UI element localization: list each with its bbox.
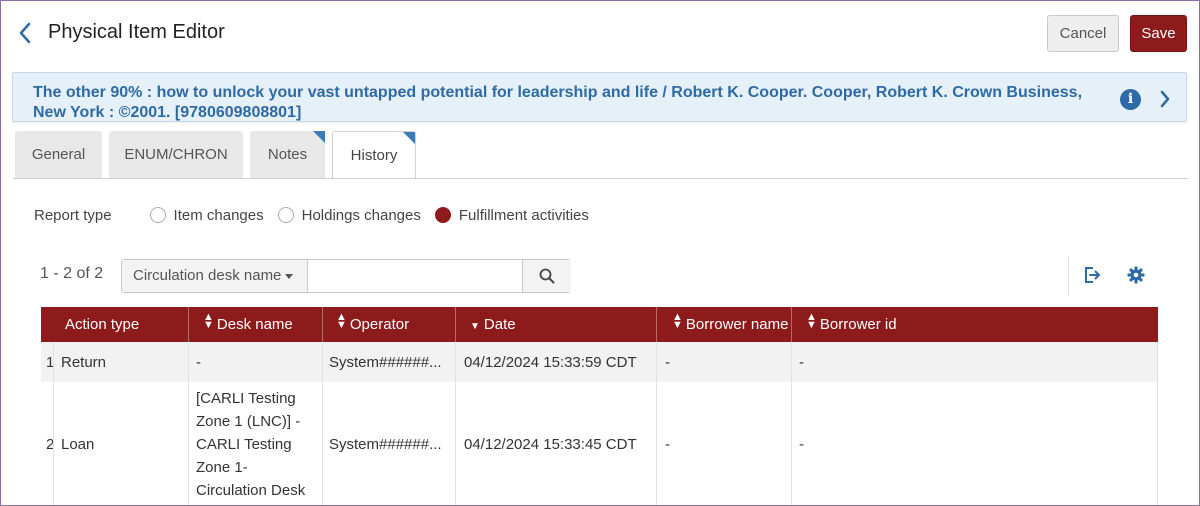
tab-label: ENUM/CHRON [124, 146, 228, 163]
chevron-right-icon [1160, 90, 1170, 108]
tab-general[interactable]: General [15, 131, 102, 178]
record-title[interactable]: The other 90% : how to unlock your vast … [33, 83, 1103, 123]
tab-label: History [350, 146, 398, 164]
sort-icon: ▲ ▼ [336, 311, 347, 331]
result-count: 1 - 2 of 2 [40, 265, 104, 282]
export-icon [1085, 267, 1100, 283]
column-divider [322, 307, 323, 342]
search-scope-dropdown[interactable]: Circulation desk name [122, 260, 308, 292]
sort-icon: ▲ ▼ [672, 311, 683, 331]
chevron-left-icon [19, 22, 31, 44]
radio-unchecked-icon [149, 207, 166, 223]
column-gridline [188, 342, 189, 505]
column-header-operator[interactable]: ▲ ▼ Operator [336, 307, 409, 342]
cell-borrower-id: - [799, 436, 804, 453]
cell-action-type: Return [61, 353, 107, 371]
cell-operator: System######... [329, 436, 442, 453]
gear-icon [1127, 266, 1145, 284]
cell-action-type: Loan [61, 436, 95, 453]
column-header-date[interactable]: ▼ Date [470, 307, 516, 342]
radio-unchecked-icon [277, 207, 294, 223]
column-gridline [53, 342, 54, 505]
history-indicator-icon [403, 132, 415, 144]
column-label: Borrower id [819, 316, 897, 333]
cancel-button[interactable]: Cancel [1047, 15, 1119, 52]
tab-label: Notes [267, 146, 308, 163]
cell-desk-name: [CARLI Testing Zone 1 (LNC)] - CARLI Tes… [196, 390, 306, 499]
column-gridline [791, 342, 792, 505]
cell-date: 04/12/2024 15:33:45 CDT [464, 436, 637, 453]
physical-item-editor-page: Physical Item Editor Cancel Save The oth… [0, 0, 1200, 506]
search-icon [539, 268, 555, 284]
export-button[interactable] [1081, 264, 1103, 286]
report-type-label: Report type [34, 206, 112, 224]
search-input[interactable] [309, 260, 522, 292]
cell-borrower-name: - [665, 353, 670, 371]
page-header: Physical Item Editor Cancel Save [1, 1, 1199, 69]
column-label: Operator [349, 316, 410, 333]
column-gridline [1157, 342, 1158, 505]
radio-item-changes[interactable]: Item changes [149, 206, 264, 224]
expand-banner-button[interactable] [1155, 87, 1175, 111]
column-label: Borrower name [685, 316, 789, 333]
radio-label: Holdings changes [301, 206, 421, 224]
tab-divider [13, 178, 1188, 179]
report-type-group: Report type Item changes Holdings change… [34, 205, 603, 225]
column-divider [455, 307, 456, 342]
search-button[interactable] [522, 260, 571, 292]
sort-icon: ▲ ▼ [806, 311, 817, 331]
column-label: Action type [65, 316, 140, 333]
info-icon[interactable]: i [1120, 89, 1141, 110]
table-settings-button[interactable] [1125, 264, 1147, 286]
column-label: Desk name [216, 316, 293, 333]
column-divider [791, 307, 792, 342]
radio-checked-icon [434, 207, 451, 223]
sort-descending-icon: ▼ [470, 321, 480, 332]
column-header-action-type[interactable]: Action type [65, 307, 139, 342]
cell-date: 04/12/2024 15:33:59 CDT [464, 353, 637, 371]
column-label: Date [483, 316, 516, 333]
tab-notes[interactable]: Notes [250, 131, 325, 178]
column-header-desk-name[interactable]: ▲ ▼ Desk name [203, 307, 293, 342]
save-button[interactable]: Save [1130, 15, 1187, 52]
column-gridline [455, 342, 456, 505]
column-header-borrower-id[interactable]: ▲ ▼ Borrower id [806, 307, 897, 342]
cell-borrower-id: - [799, 353, 804, 371]
sort-icon: ▲ ▼ [203, 311, 214, 331]
caret-down-icon [285, 273, 294, 279]
cell-operator: System######... [329, 353, 442, 371]
radio-label: Item changes [173, 206, 264, 224]
back-button[interactable] [13, 19, 37, 47]
cell-desk-name: - [196, 353, 201, 371]
search-scope-label: Circulation desk name [133, 267, 282, 284]
table-row[interactable]: 1 Return - System######... 04/12/2024 15… [41, 342, 1158, 382]
tab-label: General [31, 146, 86, 163]
column-gridline [656, 342, 657, 505]
column-header-borrower-name[interactable]: ▲ ▼ Borrower name [672, 307, 788, 342]
tab-enum-chron[interactable]: ENUM/CHRON [109, 131, 243, 178]
column-divider [188, 307, 189, 342]
column-divider [656, 307, 657, 342]
toolbar-divider [1068, 257, 1069, 295]
record-banner: The other 90% : how to unlock your vast … [12, 72, 1187, 122]
cell-borrower-name: - [665, 436, 670, 453]
radio-label: Fulfillment activities [458, 206, 589, 224]
tab-history[interactable]: History [332, 131, 416, 179]
radio-holdings-changes[interactable]: Holdings changes [277, 206, 421, 224]
search-bar: Circulation desk name [121, 259, 571, 293]
table-header: Action type ▲ ▼ Desk name ▲ ▼ Operator ▼ Date… [41, 307, 1158, 342]
notes-indicator-icon [313, 131, 325, 143]
page-title: Physical Item Editor [48, 21, 225, 43]
column-gridline [322, 342, 323, 505]
table-row[interactable]: 2 Loan [CARLI Testing Zone 1 (LNC)] - CA… [41, 382, 1158, 505]
radio-fulfillment-activities[interactable]: Fulfillment activities [434, 206, 589, 224]
history-table: Action type ▲ ▼ Desk name ▲ ▼ Operator ▼ Date… [41, 307, 1158, 505]
